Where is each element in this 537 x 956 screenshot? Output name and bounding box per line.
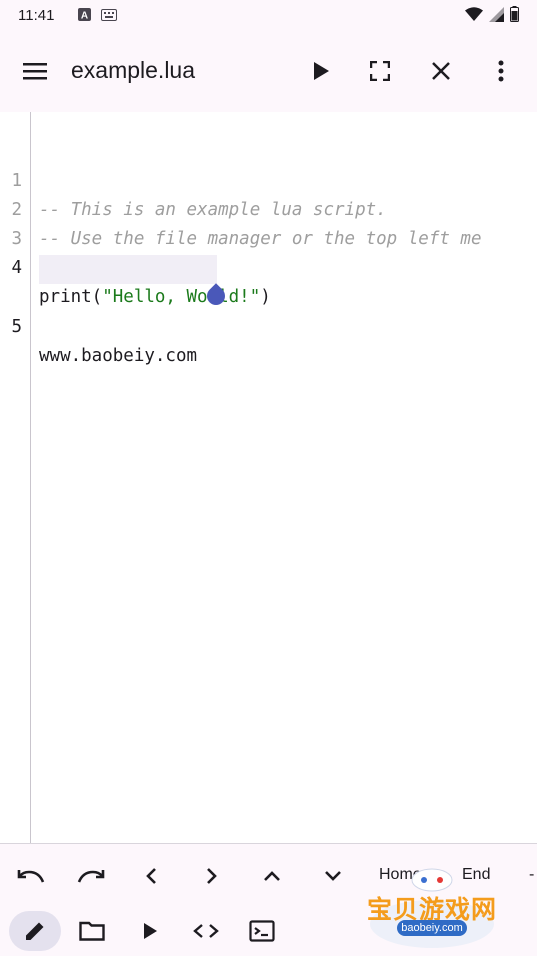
edit-icon[interactable] (9, 911, 61, 951)
arrow-down-icon[interactable] (313, 856, 353, 896)
a-icon: A (78, 8, 91, 26)
code-line[interactable]: 3 (0, 196, 537, 249)
menu-icon[interactable] (15, 51, 55, 91)
arrow-right-icon[interactable] (192, 856, 232, 896)
code-line[interactable]: 2 -- Use the file manager or the top lef… (0, 167, 537, 249)
folder-icon[interactable] (66, 911, 118, 951)
redo-icon[interactable] (71, 856, 111, 896)
code-statement: print("Hello, World!") (39, 283, 271, 312)
code-function: print( (39, 287, 103, 307)
close-icon[interactable] (421, 51, 461, 91)
svg-text:A: A (81, 11, 88, 22)
undo-icon[interactable] (11, 856, 51, 896)
terminal-icon[interactable] (236, 911, 288, 951)
arrow-left-icon[interactable] (131, 856, 171, 896)
watermark-subtitle: baobeiy.com (397, 920, 467, 936)
watermark-logo: 宝贝游戏网 baobeiy.com (357, 862, 507, 952)
keyboard-icon (101, 8, 117, 26)
code-text: www.baobeiy.com (39, 346, 198, 366)
code-editor[interactable]: 1 -- This is an example lua script. 2 --… (0, 112, 537, 843)
wifi-icon (465, 6, 483, 27)
more-keys[interactable]: - (529, 866, 534, 884)
code-icon[interactable] (180, 911, 232, 951)
fullscreen-icon[interactable] (360, 51, 400, 91)
status-time: 11:41 (18, 7, 55, 24)
code-line[interactable]: 1 -- This is an example lua script. (0, 138, 537, 220)
line-number: 5 (11, 317, 22, 337)
code-line-current[interactable]: 5 www.baobeiy.com (0, 255, 537, 366)
code-paren: ) (260, 287, 271, 307)
run-icon[interactable] (124, 911, 176, 951)
more-vert-icon[interactable] (481, 51, 521, 91)
play-icon[interactable] (301, 51, 341, 91)
battery-icon (510, 6, 519, 27)
status-bar: 11:41 A (0, 0, 537, 32)
app-bar: example.lua (0, 32, 537, 112)
signal-icon (489, 6, 504, 27)
code-string: "Hello, World!" (102, 287, 261, 307)
code-line[interactable]: 4 print("Hello, World!") (0, 225, 537, 307)
arrow-up-icon[interactable] (252, 856, 292, 896)
current-line-highlight (39, 255, 217, 284)
page-title: example.lua (71, 57, 196, 83)
